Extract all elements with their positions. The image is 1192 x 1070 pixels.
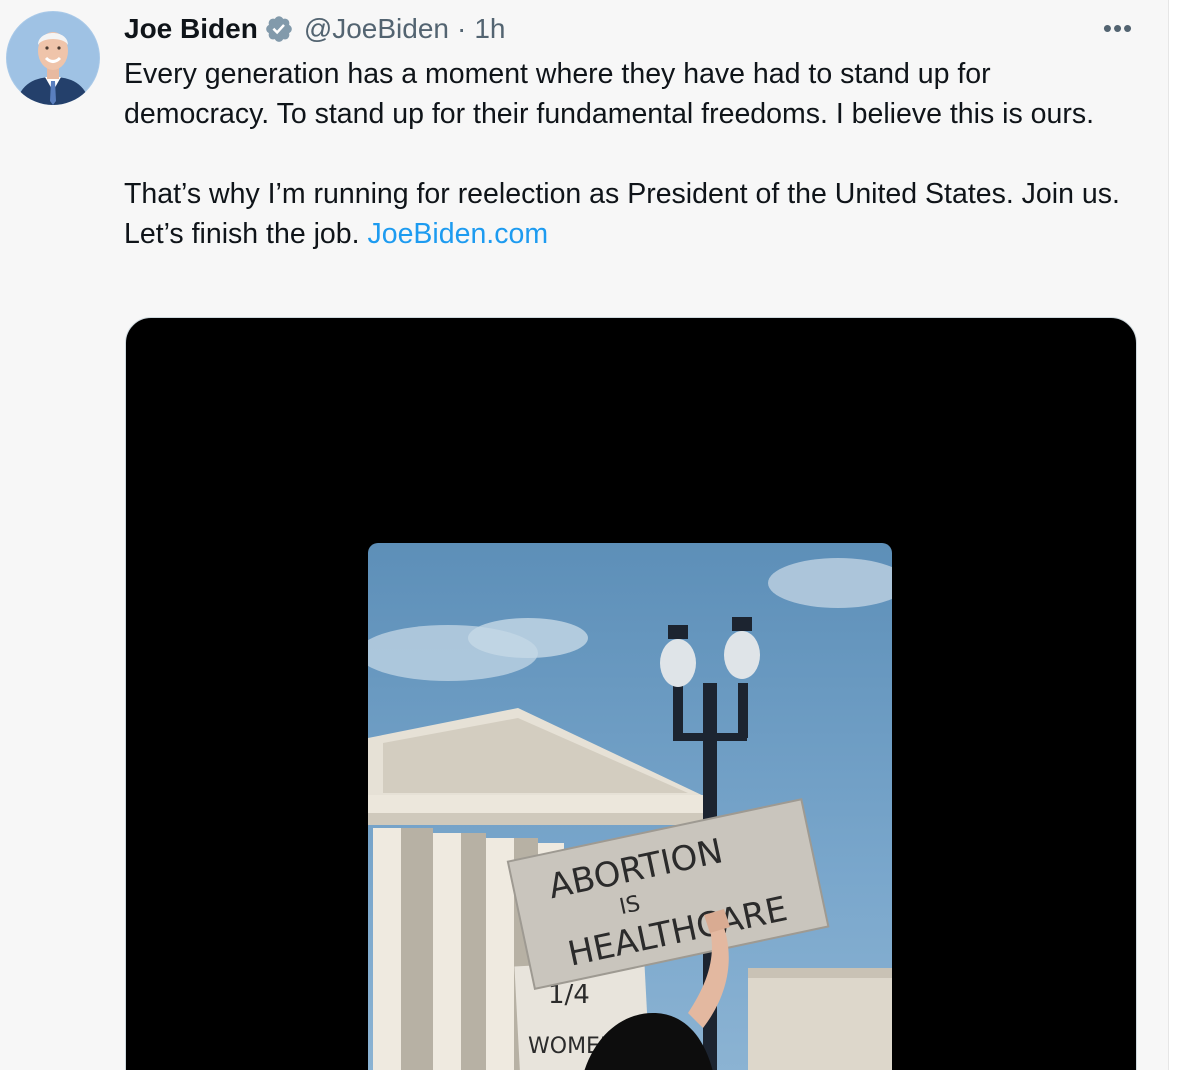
more-options-icon[interactable]: ••• (1098, 13, 1138, 43)
right-gutter (1169, 0, 1192, 1070)
video-media[interactable]: 1/4 WOMEN ABORTION IS HEALTHCARE (125, 317, 1137, 1070)
tweet-paragraph-2: That’s why I’m running for reelection as… (124, 174, 1134, 254)
author-handle[interactable]: @JoeBiden (304, 13, 449, 45)
tweet-header: Joe Biden @JoeBiden · 1h (124, 10, 505, 48)
verified-badge-icon[interactable] (264, 14, 294, 44)
tweet-paragraph-1: Every generation has a moment where they… (124, 58, 1095, 130)
tweet-text: Every generation has a moment where they… (124, 54, 1134, 254)
website-link[interactable]: JoeBiden.com (367, 218, 548, 250)
protest-photo: 1/4 WOMEN ABORTION IS HEALTHCARE (368, 543, 892, 1070)
separator-dot: · (457, 13, 467, 44)
avatar[interactable] (6, 11, 100, 105)
tweet-card[interactable]: Joe Biden @JoeBiden · 1h ••• Every gener… (0, 0, 1169, 1070)
author-name[interactable]: Joe Biden (124, 13, 258, 45)
timestamp[interactable]: 1h (474, 13, 505, 45)
tweet-paragraph-2-text: That’s why I’m running for reelection as… (124, 178, 1120, 250)
